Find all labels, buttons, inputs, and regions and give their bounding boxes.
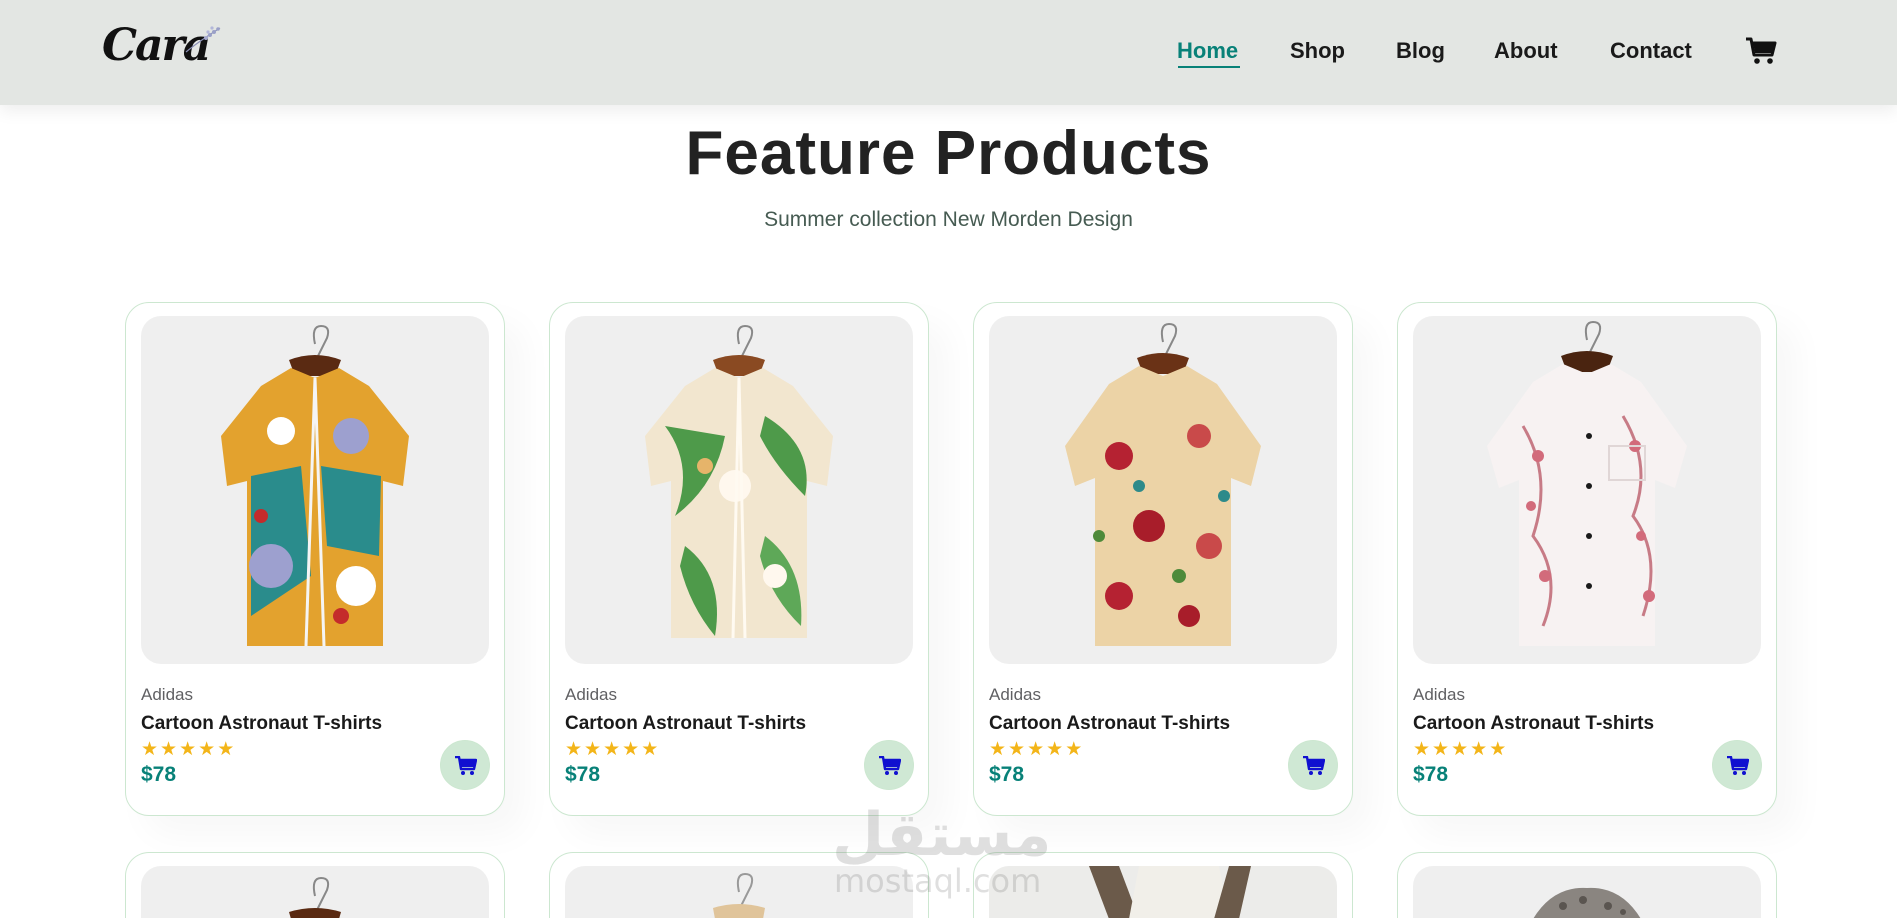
cart-icon xyxy=(1303,756,1325,775)
product-price: $78 xyxy=(141,763,177,786)
product-name[interactable]: Cartoon Astronaut T-shirts xyxy=(565,713,806,735)
product-price: $78 xyxy=(565,763,601,786)
star-icon: ★ xyxy=(603,738,621,760)
product-card[interactable]: Adidas Cartoon Astronaut T-shirts ★ ★ ★ ★ ★ … xyxy=(973,302,1353,816)
nav-about[interactable]: About xyxy=(1494,38,1558,64)
product-image-shirt-green-lily[interactable] xyxy=(565,316,913,664)
product-image-shirt-pink-blossom[interactable] xyxy=(1413,316,1761,664)
product-image-shirt-abstract-floral[interactable] xyxy=(141,316,489,664)
star-icon: ★ xyxy=(1451,738,1469,760)
product-card[interactable]: Adidas Cartoon Astronaut T-shirts ★ ★ ★ ★ ★ … xyxy=(549,302,929,816)
add-to-cart-button[interactable] xyxy=(440,740,490,790)
product-brand: Adidas xyxy=(1413,685,1465,704)
star-icon: ★ xyxy=(198,738,216,760)
star-icon: ★ xyxy=(1413,738,1431,760)
nav-shop[interactable]: Shop xyxy=(1290,38,1345,64)
product-card[interactable] xyxy=(1397,852,1777,918)
product-name[interactable]: Cartoon Astronaut T-shirts xyxy=(989,713,1230,735)
product-card[interactable]: Adidas Cartoon Astronaut T-shirts ★ ★ ★ ★ ★ … xyxy=(1397,302,1777,816)
product-name[interactable]: Cartoon Astronaut T-shirts xyxy=(1413,713,1654,735)
logo[interactable]: Cara xyxy=(102,20,232,80)
product-image[interactable] xyxy=(1413,866,1761,918)
site-header: Cara Home Shop Blog About Contact xyxy=(0,0,1897,105)
product-card[interactable]: Adidas Cartoon Astronaut T-shirts ★ ★ ★ ★ ★ … xyxy=(125,302,505,816)
product-brand: Adidas xyxy=(565,685,617,704)
star-icon: ★ xyxy=(584,738,602,760)
rating-stars: ★ ★ ★ ★ ★ xyxy=(141,739,236,759)
cart-icon xyxy=(1727,756,1749,775)
watermark: مستقل mostaql.com xyxy=(832,800,1062,910)
star-icon: ★ xyxy=(565,738,583,760)
product-image-shirt-red-roses[interactable] xyxy=(989,316,1337,664)
cart-icon xyxy=(879,756,901,775)
watermark-latin: mostaql.com xyxy=(834,862,1042,900)
star-icon: ★ xyxy=(160,738,178,760)
rating-stars: ★ ★ ★ ★ ★ xyxy=(1413,739,1508,759)
star-icon: ★ xyxy=(641,738,659,760)
nav-active-underline xyxy=(1178,66,1240,68)
section-title: Feature Products xyxy=(685,119,1212,188)
star-icon: ★ xyxy=(989,738,1007,760)
star-icon: ★ xyxy=(1046,738,1064,760)
product-price: $78 xyxy=(1413,763,1449,786)
star-icon: ★ xyxy=(1008,738,1026,760)
star-icon: ★ xyxy=(217,738,235,760)
nav-contact[interactable]: Contact xyxy=(1610,38,1692,64)
rating-stars: ★ ★ ★ ★ ★ xyxy=(565,739,660,759)
lavender-sprig-icon xyxy=(185,26,221,53)
add-to-cart-button[interactable] xyxy=(1288,740,1338,790)
nav-blog[interactable]: Blog xyxy=(1396,38,1445,64)
add-to-cart-button[interactable] xyxy=(864,740,914,790)
star-icon: ★ xyxy=(1027,738,1045,760)
star-icon: ★ xyxy=(141,738,159,760)
product-brand: Adidas xyxy=(989,685,1041,704)
star-icon: ★ xyxy=(1432,738,1450,760)
watermark-arabic: مستقل xyxy=(832,800,1052,870)
star-icon: ★ xyxy=(1470,738,1488,760)
product-price: $78 xyxy=(989,763,1025,786)
product-name[interactable]: Cartoon Astronaut T-shirts xyxy=(141,713,382,735)
star-icon: ★ xyxy=(1065,738,1083,760)
star-icon: ★ xyxy=(1489,738,1507,760)
star-icon: ★ xyxy=(622,738,640,760)
cart-icon xyxy=(455,756,477,775)
product-image[interactable] xyxy=(141,866,489,918)
nav-home[interactable]: Home xyxy=(1177,38,1238,64)
add-to-cart-button[interactable] xyxy=(1712,740,1762,790)
rating-stars: ★ ★ ★ ★ ★ xyxy=(989,739,1084,759)
star-icon: ★ xyxy=(179,738,197,760)
section-subtitle: Summer collection New Morden Design xyxy=(764,208,1133,231)
product-brand: Adidas xyxy=(141,685,193,704)
cart-icon[interactable] xyxy=(1745,36,1777,66)
product-card[interactable] xyxy=(125,852,505,918)
